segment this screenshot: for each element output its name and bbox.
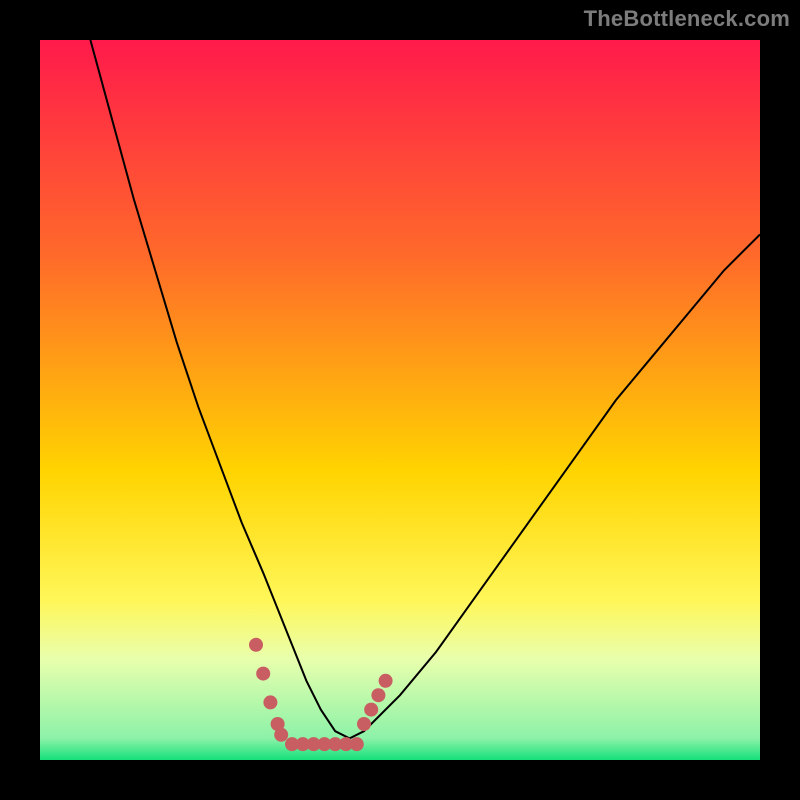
- marker-dot: [357, 717, 371, 731]
- marker-dot: [256, 667, 270, 681]
- marker-dot: [350, 737, 364, 751]
- watermark-text: TheBottleneck.com: [584, 6, 790, 32]
- marker-dot: [364, 703, 378, 717]
- chart-container: TheBottleneck.com: [0, 0, 800, 800]
- marker-dot: [371, 688, 385, 702]
- chart-svg: [40, 40, 760, 760]
- marker-dot: [263, 695, 277, 709]
- marker-dot: [379, 674, 393, 688]
- plot-area: [40, 40, 760, 760]
- background-gradient: [40, 40, 760, 760]
- marker-dot: [274, 728, 288, 742]
- marker-dot: [249, 638, 263, 652]
